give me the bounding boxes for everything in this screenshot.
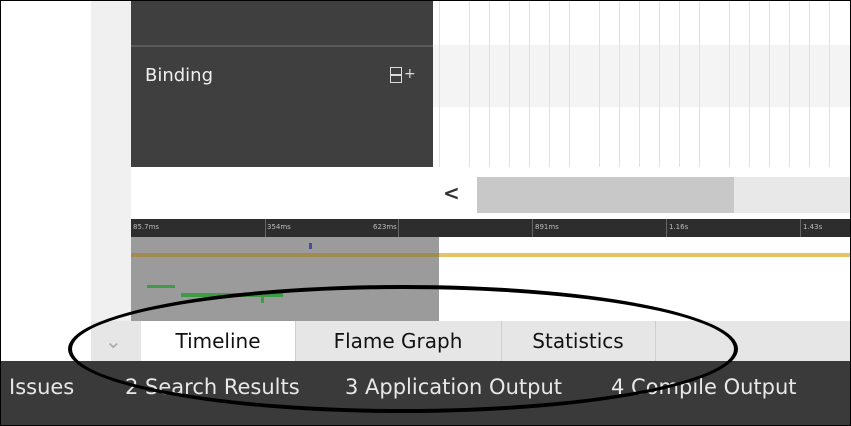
output-pane-bar: Issues 2 Search Results 3 Application Ou… xyxy=(1,361,850,425)
category-label-binding[interactable]: Binding xyxy=(145,65,213,86)
scroll-left-icon[interactable]: < xyxy=(443,181,460,205)
selected-range[interactable] xyxy=(131,237,439,321)
left-gutter xyxy=(1,1,91,357)
expand-rows-icon[interactable]: + xyxy=(390,66,416,85)
event-bar xyxy=(147,285,175,288)
tick-label: 623ms xyxy=(373,223,397,231)
tick-label: 354ms xyxy=(267,223,291,231)
overview-ruler: 85.7ms 354ms 623ms 891ms 1.16s 1.43s xyxy=(131,219,850,237)
output-pane-compile-output[interactable]: 4 Compile Output xyxy=(611,375,797,399)
row-gutter xyxy=(91,1,131,357)
horizontal-scrollbar[interactable]: < xyxy=(433,167,850,219)
view-tab-bar: ⌄ Timeline Flame Graph Statistics xyxy=(91,321,850,361)
scroll-track[interactable] xyxy=(477,177,850,213)
event-bar xyxy=(261,297,264,303)
tick-label: 891ms xyxy=(535,223,559,231)
chevron-down-icon[interactable]: ⌄ xyxy=(105,329,122,353)
profiler-window: Binding + < 85.7ms 354ms 623ms 891ms 1.1… xyxy=(0,0,851,426)
event-bar xyxy=(181,293,283,297)
tick-label: 85.7ms xyxy=(133,223,160,231)
tab-flame-graph[interactable]: Flame Graph xyxy=(295,321,501,361)
category-panel-footer xyxy=(131,167,433,219)
output-pane-issues[interactable]: Issues xyxy=(9,375,74,399)
tick-label: 1.43s xyxy=(803,223,823,231)
event-bar-selected xyxy=(131,253,439,257)
scroll-thumb[interactable] xyxy=(477,177,735,213)
tab-timeline[interactable]: Timeline xyxy=(141,321,295,361)
timeline-overview[interactable] xyxy=(131,237,850,321)
category-separator xyxy=(131,45,433,47)
tab-statistics[interactable]: Statistics xyxy=(501,321,655,361)
event-marker xyxy=(309,243,312,249)
binding-row-band xyxy=(433,45,850,107)
output-pane-application-output[interactable]: 3 Application Output xyxy=(345,375,562,399)
category-panel: Binding + xyxy=(131,1,433,167)
tick-label: 1.16s xyxy=(669,223,689,231)
timeline-grid[interactable] xyxy=(433,1,850,167)
output-pane-search-results[interactable]: 2 Search Results xyxy=(125,375,300,399)
